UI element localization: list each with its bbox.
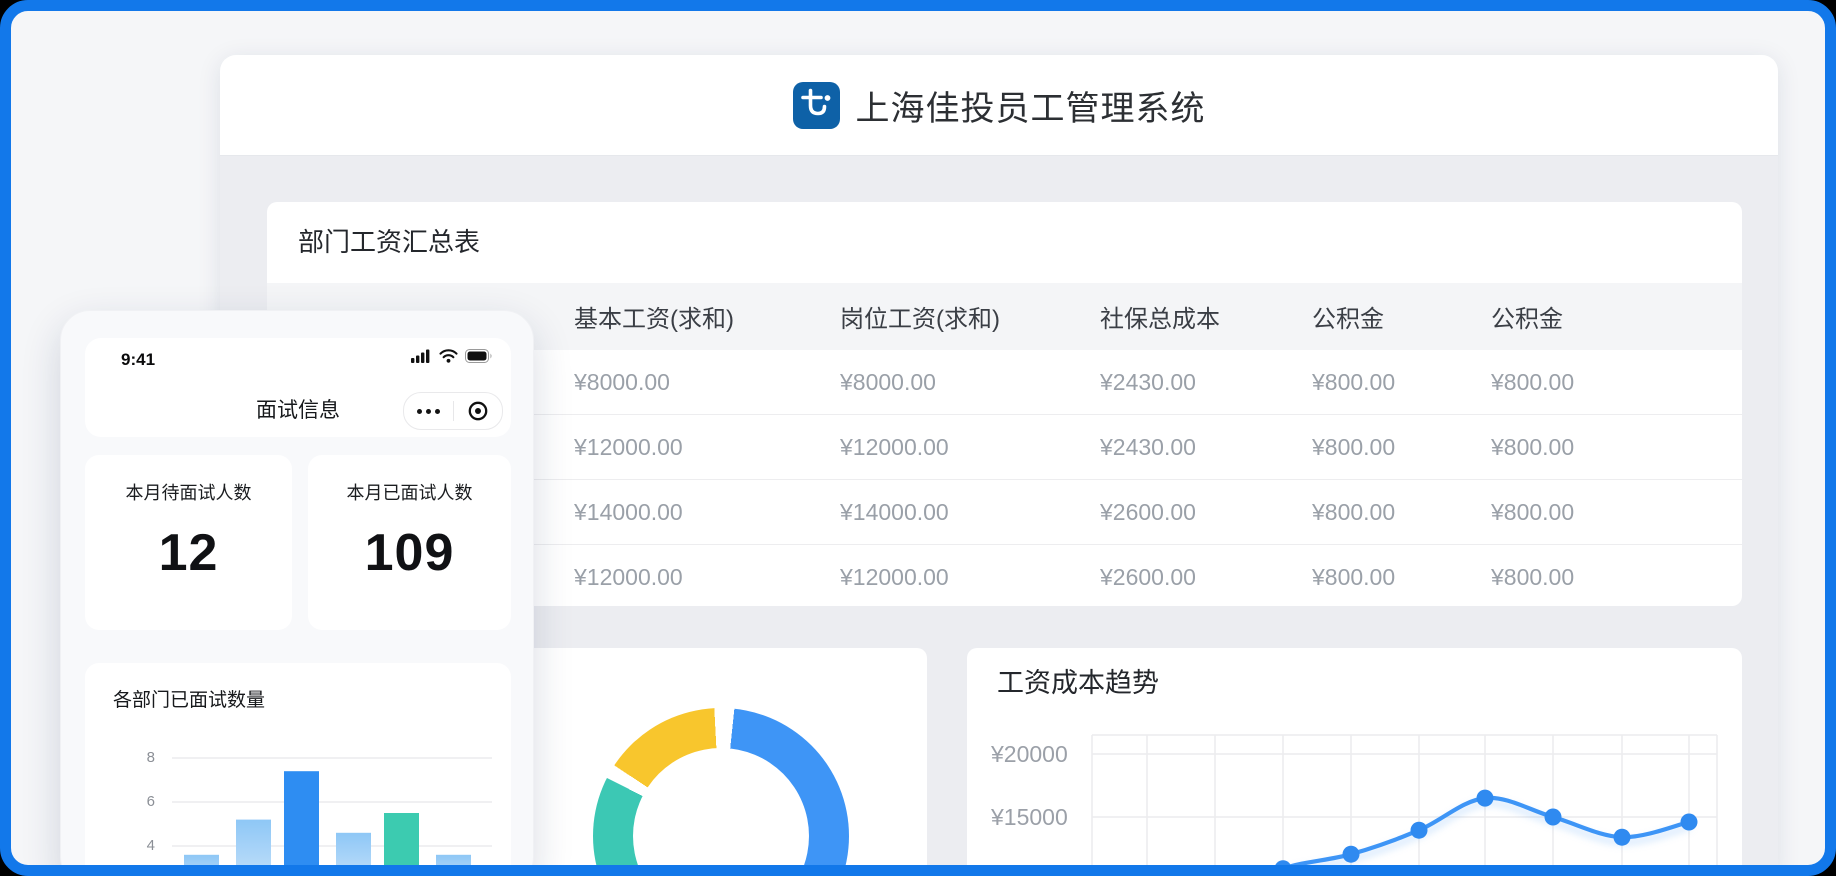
axis-tick-label: ¥10000 xyxy=(991,866,1063,876)
axis-tick-label: 8 xyxy=(115,748,155,768)
column-header: 岗位工资(求和) xyxy=(840,299,1100,334)
home-target-icon xyxy=(467,400,489,422)
salary-table-title: 部门工资汇总表 xyxy=(298,202,480,283)
stat-label: 本月待面试人数 xyxy=(85,479,292,505)
table-cell: ¥12000.00 xyxy=(574,434,840,461)
device-frame: 上海佳投员工管理系统 部门工资汇总表 基本工资(求和)岗位工资(求和)社保总成本… xyxy=(0,0,1836,876)
table-cell: ¥800.00 xyxy=(1312,369,1491,396)
interview-bar-chart-card: 各部门已面试数量 8 6 4 xyxy=(85,663,511,876)
data-point xyxy=(1614,829,1631,846)
bar xyxy=(284,771,319,876)
table-cell: ¥12000.00 xyxy=(840,564,1100,591)
bar xyxy=(336,833,371,876)
bar xyxy=(384,813,419,876)
table-cell: ¥14000.00 xyxy=(574,499,840,526)
axis-tick-label: 6 xyxy=(115,792,155,812)
table-cell: ¥8000.00 xyxy=(574,369,840,396)
data-point xyxy=(1545,809,1562,826)
table-cell: ¥8000.00 xyxy=(840,369,1100,396)
wifi-icon xyxy=(439,349,458,368)
more-dots-icon xyxy=(426,409,431,414)
bar-chart-title: 各部门已面试数量 xyxy=(113,685,265,712)
bar xyxy=(184,855,219,876)
more-dots-icon xyxy=(417,409,422,414)
app-logo-icon xyxy=(793,82,840,129)
table-cell: ¥800.00 xyxy=(1312,499,1491,526)
table-cell: ¥800.00 xyxy=(1312,434,1491,461)
column-header: 基本工资(求和) xyxy=(574,299,840,334)
table-cell: ¥800.00 xyxy=(1491,369,1742,396)
data-point xyxy=(1343,846,1360,863)
table-cell: ¥12000.00 xyxy=(840,434,1100,461)
table-cell: ¥14000.00 xyxy=(840,499,1100,526)
table-cell: ¥2430.00 xyxy=(1100,369,1312,396)
table-cell: ¥12000.00 xyxy=(574,564,840,591)
miniprogram-capsule xyxy=(403,392,503,430)
phone-overlay: 9:41 xyxy=(60,310,534,876)
status-icons xyxy=(411,349,493,368)
window-header: 上海佳投员工管理系统 xyxy=(220,55,1778,156)
table-cell: ¥800.00 xyxy=(1491,564,1742,591)
trend-chart-title: 工资成本趋势 xyxy=(997,661,1159,700)
status-time: 9:41 xyxy=(121,350,155,370)
page-title: 上海佳投员工管理系统 xyxy=(856,81,1206,130)
battery-icon xyxy=(465,349,493,368)
data-point xyxy=(1681,814,1698,831)
table-cell: ¥800.00 xyxy=(1491,499,1742,526)
completed-interviews-card: 本月已面试人数 109 xyxy=(308,455,511,630)
phone-header-card: 9:41 xyxy=(85,338,511,437)
more-dots-icon xyxy=(435,409,440,414)
stat-value: 109 xyxy=(308,523,511,583)
column-header: 社保总成本 xyxy=(1100,299,1312,334)
signal-icon xyxy=(411,349,432,368)
table-cell: ¥2600.00 xyxy=(1100,564,1312,591)
table-cell: ¥800.00 xyxy=(1312,564,1491,591)
bar xyxy=(436,855,471,876)
more-button[interactable] xyxy=(404,393,453,429)
column-header: 公积金 xyxy=(1491,299,1742,334)
pending-interviews-card: 本月待面试人数 12 xyxy=(85,455,292,630)
stat-value: 12 xyxy=(85,523,292,583)
home-button[interactable] xyxy=(454,393,503,429)
data-point xyxy=(1477,790,1494,807)
salary-trend-card: 工资成本趋势 ¥20000 ¥15000 ¥10000 xyxy=(967,648,1742,876)
data-point xyxy=(1275,860,1292,876)
table-cell: ¥2430.00 xyxy=(1100,434,1312,461)
axis-tick-label: ¥20000 xyxy=(991,740,1063,768)
axis-tick-label: 4 xyxy=(115,836,155,856)
table-cell: ¥800.00 xyxy=(1491,434,1742,461)
stat-label: 本月已面试人数 xyxy=(308,479,511,505)
axis-tick-label: ¥15000 xyxy=(991,803,1063,831)
table-cell: ¥2600.00 xyxy=(1100,499,1312,526)
bar xyxy=(236,820,271,876)
data-point xyxy=(1411,822,1428,839)
column-header: 公积金 xyxy=(1312,299,1491,334)
